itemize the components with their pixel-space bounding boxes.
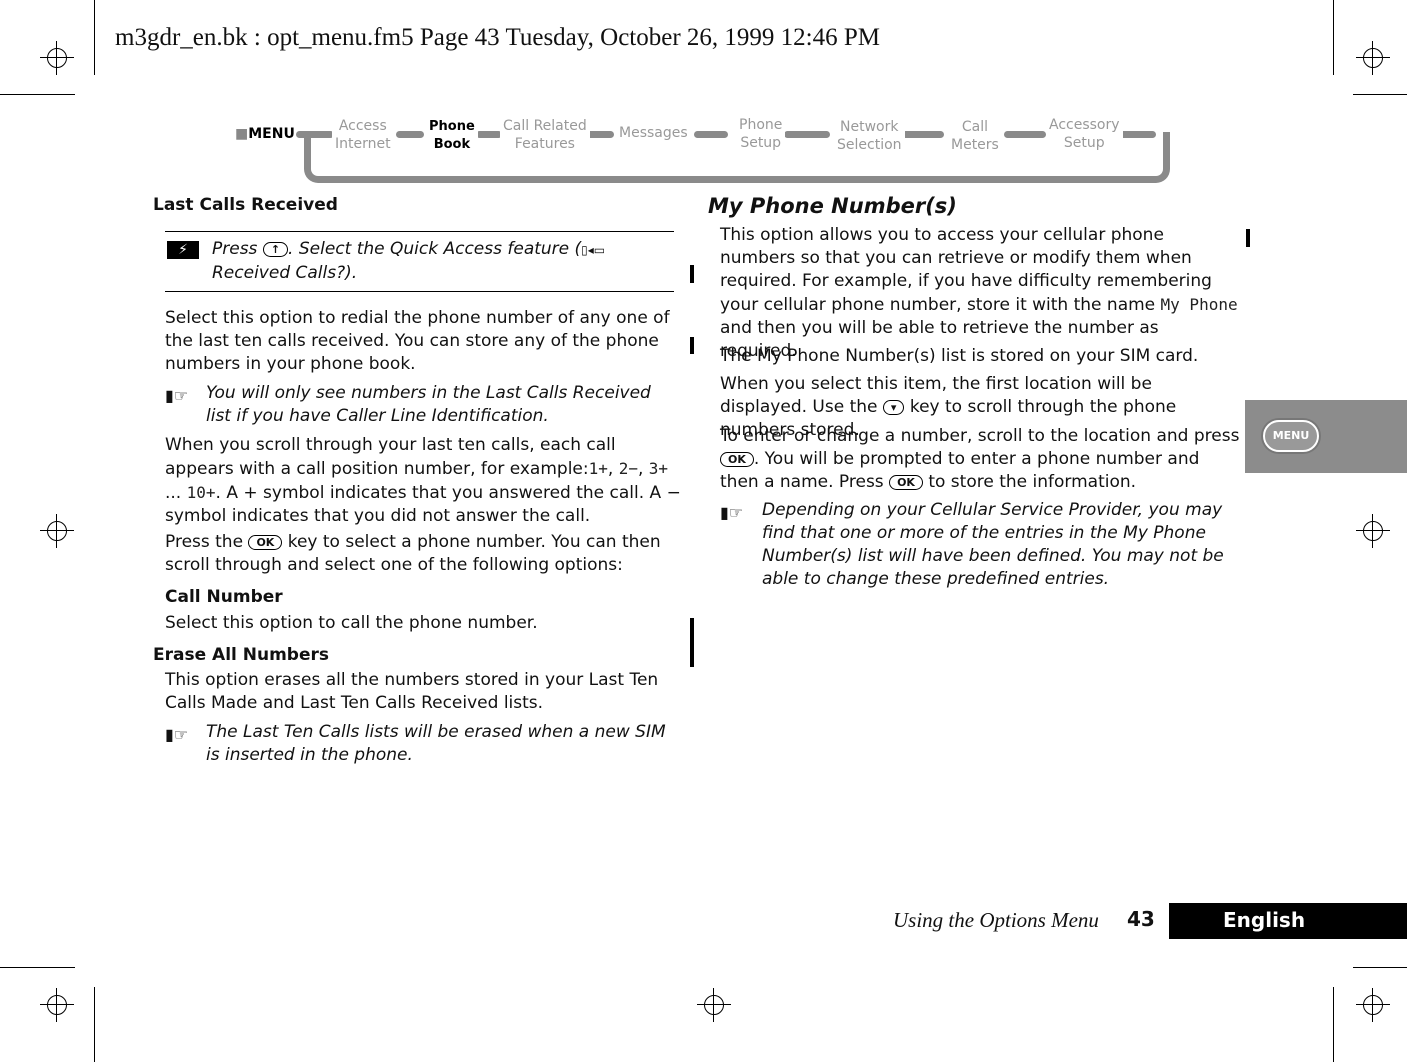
section-heading: Last Calls Received bbox=[153, 195, 338, 215]
registration-mark bbox=[697, 988, 731, 1022]
received-calls-icon: ▯◂▭ bbox=[581, 243, 606, 257]
paragraph: This option erases all the numbers store… bbox=[165, 669, 675, 715]
nav-item-accessory-setup: Accessory Setup bbox=[1046, 116, 1123, 152]
language-tab: English bbox=[1169, 903, 1407, 939]
print-header: m3gdr_en.bk : opt_menu.fm5 Page 43 Tuesd… bbox=[115, 24, 881, 51]
text: The My Phone Number(s) list is stored on… bbox=[720, 346, 1199, 366]
pointing-hand-note-icon: ▮☞ bbox=[720, 503, 744, 522]
text: Depending on your Cellular Service Provi… bbox=[762, 500, 1224, 589]
paragraph: Select this option to redial the phone n… bbox=[165, 307, 685, 376]
key-icon: ▾ bbox=[882, 400, 905, 415]
change-bar bbox=[690, 337, 694, 354]
registration-mark bbox=[40, 41, 74, 75]
text: ... bbox=[165, 483, 187, 503]
text: Received Calls?). bbox=[212, 263, 358, 283]
nav-item-call-meters: Call Meters bbox=[948, 118, 1002, 154]
display-text: 3+ bbox=[648, 459, 669, 478]
display-text: 1+ bbox=[588, 459, 608, 478]
text: . Select the Quick Access feature ( bbox=[288, 239, 582, 259]
note: ▮☞ Depending on your Cellular Service Pro… bbox=[720, 499, 1240, 591]
display-text: 10+ bbox=[186, 483, 216, 502]
subheading: Call Number bbox=[165, 587, 283, 607]
display-text: 2− bbox=[618, 459, 638, 478]
menu-label: ■MENU bbox=[232, 125, 298, 143]
text: Select this option to call the phone num… bbox=[165, 613, 538, 633]
text: You will only see numbers in the Last Ca… bbox=[206, 383, 651, 426]
footer-title: Using the Options Menu bbox=[893, 908, 1099, 932]
key-icon: OK bbox=[248, 535, 283, 550]
paragraph: When you scroll through your last ten ca… bbox=[165, 434, 685, 528]
crop-mark bbox=[1333, 0, 1334, 75]
nav-item-network-selection: Network Selection bbox=[834, 118, 905, 154]
nav-item-phone-book: Phone Book bbox=[426, 118, 478, 154]
quick-access-instruction: Press ↑. Select the Quick Access feature… bbox=[212, 238, 674, 285]
paragraph: The My Phone Number(s) list is stored on… bbox=[720, 345, 1240, 368]
page-number: 43 bbox=[1127, 907, 1155, 931]
registration-mark bbox=[1356, 514, 1390, 548]
text: , bbox=[637, 459, 649, 479]
text: to store the information. bbox=[922, 472, 1137, 492]
key-icon: OK bbox=[889, 475, 923, 490]
nav-item-call-related-features: Call Related Features bbox=[500, 117, 590, 153]
quick-access-icon: ⚡ bbox=[167, 241, 199, 259]
divider bbox=[165, 231, 674, 232]
registration-mark bbox=[40, 514, 74, 548]
registration-mark bbox=[1356, 41, 1390, 75]
registration-mark bbox=[1356, 988, 1390, 1022]
text: When you scroll through your last ten ca… bbox=[165, 435, 616, 479]
pointing-hand-note-icon: ▮☞ bbox=[165, 386, 189, 405]
section-heading: Erase All Numbers bbox=[153, 645, 330, 665]
text: This option erases all the numbers store… bbox=[165, 670, 659, 713]
change-bar bbox=[1246, 229, 1250, 247]
nav-item-messages: Messages bbox=[616, 124, 691, 142]
text: To enter or change a number, scroll to t… bbox=[720, 426, 1240, 446]
side-tab: MENU bbox=[1245, 400, 1407, 473]
menu-key-icon: MENU bbox=[1263, 420, 1319, 452]
note: ▮☞ You will only see numbers in the Last … bbox=[165, 382, 680, 428]
divider bbox=[165, 291, 674, 292]
section-heading: My Phone Number(s) bbox=[708, 194, 957, 218]
nav-item-phone-setup: Phone Setup bbox=[736, 116, 786, 152]
paragraph: Select this option to call the phone num… bbox=[165, 612, 685, 635]
crop-mark bbox=[94, 987, 95, 1062]
key-icon: ↑ bbox=[262, 242, 289, 257]
display-text: My Phone bbox=[1160, 295, 1238, 314]
text: Press bbox=[212, 239, 263, 259]
crop-mark bbox=[1353, 967, 1407, 968]
text: Press the bbox=[165, 532, 249, 552]
paragraph: Press the OK key to select a phone numbe… bbox=[165, 531, 685, 577]
menu-navigation-diagram: ■MENU Access Internet Phone Book Call Rela… bbox=[228, 110, 1170, 185]
crop-mark bbox=[0, 94, 75, 95]
nav-item-access-internet: Access Internet bbox=[332, 117, 394, 153]
change-bar bbox=[690, 265, 694, 283]
crop-mark bbox=[0, 967, 75, 968]
paragraph: This option allows you to access your ce… bbox=[720, 224, 1240, 363]
paragraph: To enter or change a number, scroll to t… bbox=[720, 425, 1240, 494]
crop-mark bbox=[1353, 94, 1407, 95]
crop-mark bbox=[1333, 987, 1334, 1062]
change-bar bbox=[690, 618, 694, 667]
pointing-hand-note-icon: ▮☞ bbox=[165, 725, 189, 744]
text: The Last Ten Calls lists will be erased … bbox=[206, 722, 666, 765]
key-icon: OK bbox=[720, 452, 754, 467]
text: Select this option to redial the phone n… bbox=[165, 308, 670, 374]
note: ▮☞ The Last Ten Calls lists will be erase… bbox=[165, 721, 675, 767]
text: This option allows you to access your ce… bbox=[720, 225, 1212, 315]
crop-mark bbox=[94, 0, 95, 75]
text: . A + symbol indicates that you answered… bbox=[165, 483, 681, 526]
text: , bbox=[607, 459, 619, 479]
registration-mark bbox=[40, 988, 74, 1022]
